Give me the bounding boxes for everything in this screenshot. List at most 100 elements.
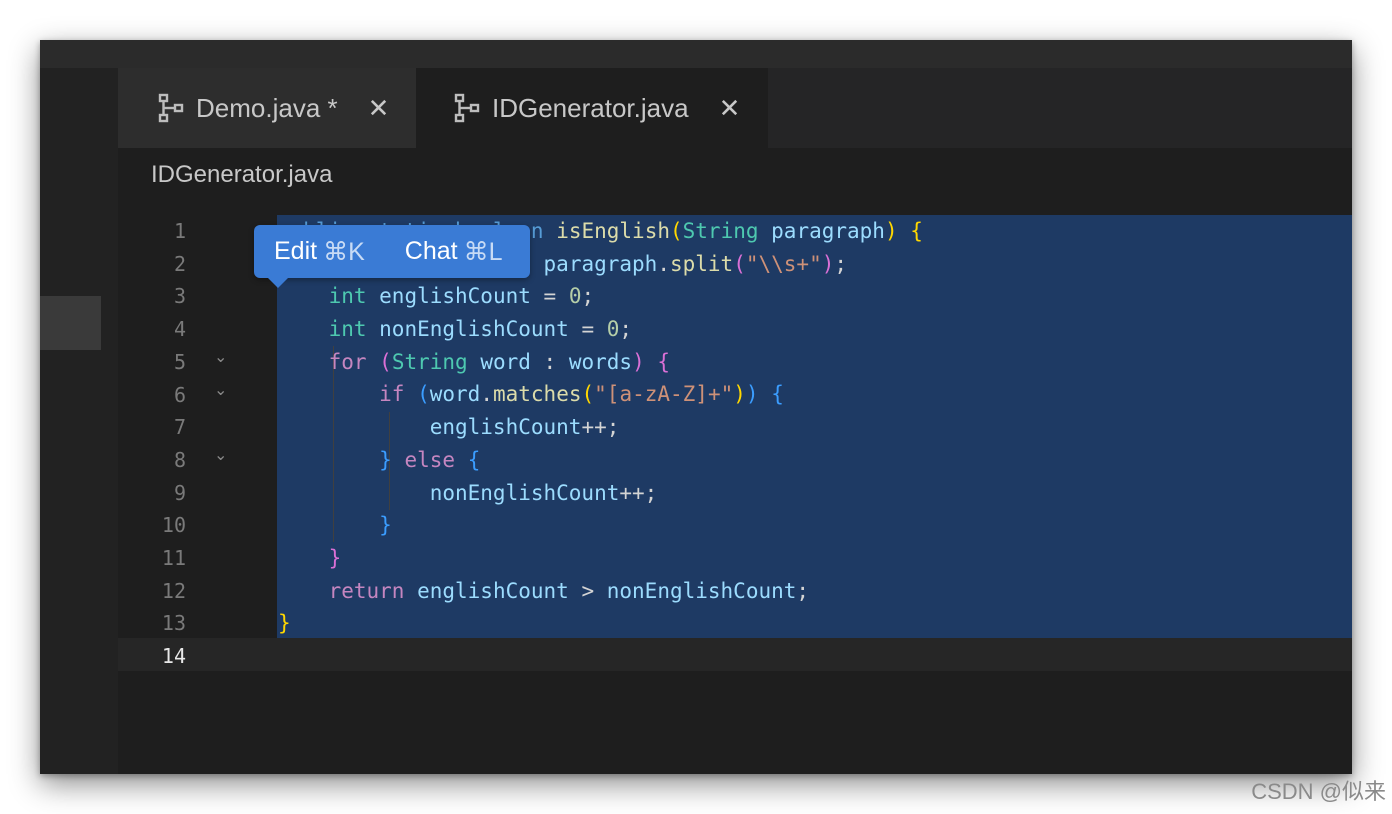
code-line[interactable]: if (word.matches("[a-zA-Z]+")) { (278, 378, 1352, 411)
fold-chevron-icon[interactable]: ⌄ (214, 342, 227, 375)
code-editor[interactable]: 1234567891011121314⌄⌄⌄ public static boo… (118, 202, 1352, 774)
line-number: 5 (173, 349, 186, 374)
code-token: return (328, 578, 418, 603)
code-token: ( (379, 349, 392, 374)
code-token: { (657, 349, 671, 374)
line-number: 6 (173, 382, 186, 407)
code-token: word (480, 349, 531, 374)
code-token: } (328, 545, 342, 570)
code-token: } (379, 513, 392, 538)
line-number: 10 (161, 513, 186, 538)
line-number: 11 (161, 546, 186, 570)
line-number: 12 (161, 578, 186, 603)
edit-label: Edit (274, 237, 318, 265)
code-token: ( (669, 219, 683, 243)
code-token: 0 (606, 317, 620, 342)
code-line[interactable]: return englishCount > nonEnglishCount; (278, 575, 1352, 608)
tab-bar: Demo.java * ✕ IDGenerator.java ✕ (118, 68, 1352, 148)
code-token: ) (745, 382, 759, 407)
code-token: ) (632, 349, 645, 374)
code-token: ) (821, 251, 835, 276)
code-token: word (429, 382, 481, 407)
code-token: ( (733, 251, 746, 276)
code-token: split (669, 251, 734, 276)
line-number: 1 (173, 219, 186, 243)
code-line[interactable]: for (String word : words) { (278, 346, 1352, 379)
code-token: = (530, 284, 569, 309)
code-token: if (379, 382, 418, 407)
code-token: nonEnglishCount (606, 578, 797, 603)
code-line[interactable] (278, 640, 1352, 673)
fold-chevron-icon[interactable]: ⌄ (214, 375, 227, 408)
code-token: paragraph (543, 251, 658, 276)
activity-bar (40, 68, 118, 774)
code-token: ( (417, 382, 430, 407)
code-area[interactable]: public static boolean isEnglish(String p… (278, 215, 1352, 673)
code-token: } (278, 611, 291, 636)
code-token: ++; (619, 480, 658, 505)
code-token: nonEnglishCount (429, 480, 620, 505)
code-line[interactable]: } (278, 542, 1352, 575)
code-token: 0 (568, 284, 582, 309)
chat-shortcut: ⌘L (463, 237, 503, 266)
chat-button[interactable]: Chat ⌘L (405, 237, 503, 267)
code-token: > (568, 578, 607, 603)
tab-label: IDGenerator.java (492, 92, 689, 123)
line-number: 7 (173, 415, 186, 440)
code-token: = (568, 317, 607, 342)
code-token: } (379, 447, 392, 472)
activity-bar-item[interactable] (40, 296, 101, 350)
code-line[interactable]: int englishCount = 0; (278, 280, 1352, 313)
close-icon[interactable]: ✕ (368, 95, 390, 121)
close-icon[interactable]: ✕ (719, 95, 741, 121)
edit-shortcut: ⌘K (323, 237, 365, 266)
code-token: int (328, 317, 380, 342)
breadcrumb[interactable]: IDGenerator.java (118, 148, 1352, 202)
code-line[interactable]: int nonEnglishCount = 0; (278, 313, 1352, 346)
chat-label: Chat (404, 237, 458, 265)
code-token: for (328, 349, 380, 374)
code-line[interactable]: } else { (278, 444, 1352, 477)
edit-button[interactable]: Edit ⌘K (274, 237, 365, 267)
code-token: nonEnglishCount (379, 317, 569, 342)
code-token: ; (581, 284, 595, 309)
line-number: 3 (173, 284, 186, 309)
code-line[interactable]: englishCount++; (278, 411, 1352, 444)
code-token: englishCount (417, 578, 569, 603)
code-token: ; (796, 578, 810, 603)
fold-chevron-icon[interactable]: ⌄ (214, 440, 227, 473)
code-line[interactable]: nonEnglishCount++; (278, 477, 1352, 510)
code-token: . (657, 251, 670, 276)
code-line[interactable]: } (278, 509, 1352, 542)
code-token: ) (884, 219, 898, 243)
code-token: { (910, 219, 923, 243)
code-token: String (391, 349, 481, 374)
line-number: 4 (173, 317, 186, 342)
code-token: ) (733, 382, 746, 407)
tab-demo-java[interactable]: Demo.java * ✕ (118, 68, 416, 148)
code-line[interactable]: } (278, 607, 1352, 640)
code-token: else (404, 447, 468, 472)
code-token: "\\s+" (745, 251, 822, 276)
line-number: 2 (173, 251, 186, 276)
code-token: ; (834, 251, 848, 276)
code-token: "[a-zA-Z]+" (594, 382, 734, 407)
watermark: CSDN @似来 (1251, 779, 1386, 804)
code-token: englishCount (429, 415, 582, 440)
code-token: String (682, 219, 772, 243)
code-token: int (328, 284, 380, 309)
code-token: { (771, 382, 784, 407)
line-number: 14 (161, 644, 186, 669)
tab-idgenerator-java[interactable]: IDGenerator.java ✕ (416, 68, 768, 148)
